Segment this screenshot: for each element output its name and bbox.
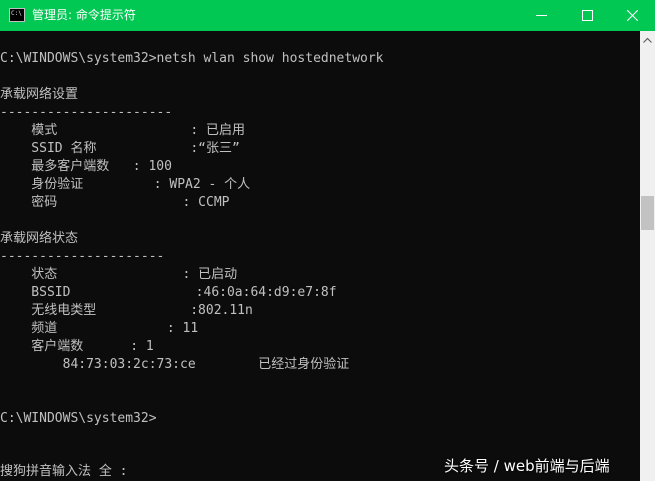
setting-ssid: SSID 名称 :“张三” <box>0 141 240 156</box>
window-title: 管理员: 命令提示符 <box>32 8 136 22</box>
setting-cipher: 密码 : CCMP <box>0 195 230 210</box>
watermark: 头条号 / web前端与后端 <box>444 457 610 475</box>
prompt-line: C:\WINDOWS\system32> <box>0 411 157 426</box>
status-channel: 频道 : 11 <box>0 321 199 336</box>
maximize-button[interactable] <box>564 0 610 31</box>
chevron-up-icon <box>643 37 652 43</box>
status-state: 状态 : 已启动 <box>0 267 238 282</box>
section-divider: --------------------- <box>0 249 165 264</box>
cmd-app-icon[interactable] <box>9 8 25 22</box>
cmd-window: 管理员: 命令提示符 C:\WINDOWS\system32>netsh wla… <box>0 0 655 481</box>
minimize-button[interactable] <box>518 0 564 31</box>
section-header-status: 承载网络状态 <box>0 231 79 246</box>
section-header-settings: 承载网络设置 <box>0 87 79 102</box>
ime-status: 搜狗拼音输入法 全 : <box>0 464 128 479</box>
minimize-icon <box>535 15 547 16</box>
console-output[interactable]: C:\WINDOWS\system32>netsh wlan show host… <box>0 31 640 481</box>
client-entry: 84:73:03:2c:73:ce 已经过身份验证 <box>0 357 350 372</box>
status-bssid: BSSID :46:0a:64:d9:e7:8f <box>0 285 337 300</box>
maximize-icon <box>581 10 593 21</box>
command-line: C:\WINDOWS\system32>netsh wlan show host… <box>0 51 384 66</box>
scroll-up-button[interactable] <box>640 31 655 48</box>
close-icon <box>626 10 638 21</box>
setting-max-clients: 最多客户端数 : 100 <box>0 159 172 174</box>
section-divider: ---------------------- <box>0 105 173 120</box>
setting-mode: 模式 : 已启用 <box>0 123 246 138</box>
scrollbar-thumb[interactable] <box>641 196 654 230</box>
close-button[interactable] <box>609 0 655 31</box>
title-bar[interactable]: 管理员: 命令提示符 <box>0 0 655 31</box>
setting-auth: 身份验证 : WPA2 - 个人 <box>0 177 251 192</box>
status-client-count: 客户端数 : 1 <box>0 339 154 354</box>
vertical-scrollbar[interactable] <box>640 31 655 481</box>
status-radio-type: 无线电类型 :802.11n <box>0 303 253 318</box>
